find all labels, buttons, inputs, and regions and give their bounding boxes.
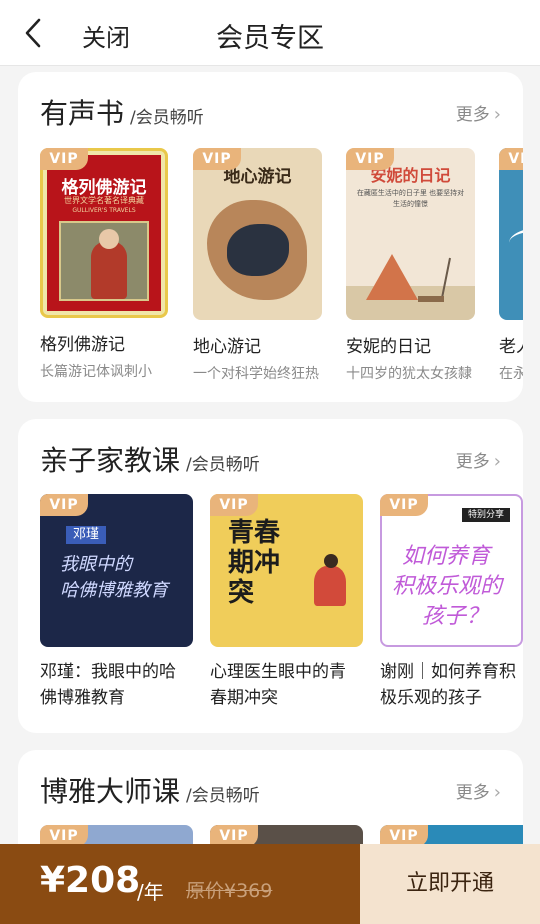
- cover-illustration: [207, 200, 307, 300]
- section-title: 有声书: [40, 97, 125, 130]
- cover-name-tag: 邓瑾: [66, 526, 106, 544]
- vip-badge: VIP: [346, 148, 394, 170]
- book-title: 老人: [499, 337, 523, 357]
- course-cover: 青春期冲突: [210, 494, 363, 647]
- cover-subcaption: GULLIVER'S TRAVELS: [72, 207, 136, 214]
- chevron-right-icon: ›: [493, 782, 501, 803]
- vip-badge: VIP: [499, 148, 523, 170]
- more-label: 更多: [455, 783, 490, 803]
- open-membership-button[interactable]: 立即开通: [360, 844, 540, 924]
- cover-line-1: 如何养育: [402, 544, 491, 569]
- book-subtitle: 长篇游记体讽刺小: [40, 364, 152, 380]
- course-cover: 特别分享 如何养育 积极乐观的 孩子？: [380, 494, 523, 647]
- cover-line-1: 我眼中的: [60, 554, 132, 575]
- original-price: 原价¥369: [186, 880, 273, 902]
- purchase-bar: ¥208 /年 原价¥369 立即开通: [0, 844, 540, 924]
- book-cover: 安妮的日记 在藏匿生活中的日子里 也要坚持对生活的憧憬: [346, 148, 475, 320]
- chevron-right-icon: ›: [493, 104, 501, 125]
- book-cover: 地心游记: [193, 148, 322, 320]
- chevron-right-icon: ›: [493, 451, 501, 472]
- section-header: 博雅大师课/会员畅听 更多 ›: [40, 770, 501, 810]
- course-title: 谢刚｜如何养育积极乐观的孩子: [380, 662, 516, 708]
- more-link[interactable]: 更多 ›: [456, 447, 501, 472]
- book-title: 地心游记: [193, 337, 261, 357]
- vip-badge: VIP: [193, 148, 241, 170]
- book-subtitle: 十四岁的犹太女孩隸: [346, 366, 472, 382]
- book-card[interactable]: 地心游记 VIP 地心游记 一个对科学始终狂热: [193, 148, 323, 383]
- price-period: /年: [137, 880, 164, 904]
- book-subtitle: 一个对科学始终狂热: [193, 366, 319, 382]
- vip-badge: VIP: [380, 494, 428, 516]
- book-card[interactable]: VIP 老人 在永: [499, 148, 523, 383]
- top-bar: 关闭 会员专区: [0, 0, 540, 66]
- book-card[interactable]: 格列佛游记 世界文学名著名译典藏 GULLIVER'S TRAVELS VIP …: [40, 148, 170, 381]
- cover-line-2: 积极乐观的: [392, 574, 503, 599]
- section-title: 亲子家教课: [40, 444, 181, 477]
- course-cover: 邓瑾 我眼中的 哈佛博雅教育: [40, 494, 193, 647]
- course-title: 邓瑾：我眼中的哈佛博雅教育: [40, 662, 176, 708]
- more-link[interactable]: 更多 ›: [456, 100, 501, 125]
- cover-illustration: [59, 221, 149, 301]
- price: ¥208: [40, 860, 141, 901]
- book-card[interactable]: 安妮的日记 在藏匿生活中的日子里 也要坚持对生活的憧憬 VIP 安妮的日记 十四…: [346, 148, 476, 383]
- cover-tag: 特别分享: [462, 508, 510, 522]
- section-subtitle: /会员畅听: [186, 455, 260, 475]
- section-header: 有声书/会员畅听 更多 ›: [40, 92, 501, 132]
- more-link[interactable]: 更多 ›: [456, 778, 501, 803]
- section-subtitle: /会员畅听: [186, 786, 260, 806]
- section-title: 博雅大师课: [40, 775, 181, 808]
- vip-badge: VIP: [210, 494, 258, 516]
- book-subtitle: 在永: [499, 366, 523, 382]
- course-card[interactable]: 青春期冲突 VIP 心理医生眼中的青春期冲突: [210, 494, 363, 711]
- price-panel: ¥208 /年 原价¥369: [0, 844, 360, 924]
- course-title: 心理医生眼中的青春期冲突: [210, 662, 346, 708]
- cover-illustration: [346, 254, 475, 320]
- cover-line-2: 哈佛博雅教育: [60, 580, 168, 601]
- course-card[interactable]: 特别分享 如何养育 积极乐观的 孩子？ VIP 谢刚｜如何养育积极乐观的孩子: [380, 494, 523, 711]
- cover-caption: 在藏匿生活中的日子里 也要坚持对生活的憧憬: [356, 189, 465, 208]
- course-card[interactable]: 邓瑾 我眼中的 哈佛博雅教育 VIP 邓瑾：我眼中的哈佛博雅教育: [40, 494, 193, 711]
- book-title: 安妮的日记: [346, 337, 431, 357]
- more-label: 更多: [455, 452, 490, 472]
- book-title: 格列佛游记: [40, 335, 125, 355]
- cover-title: 青春期冲突: [228, 518, 281, 608]
- cover-line-3: 孩子？: [422, 604, 489, 629]
- book-cover: [499, 148, 523, 320]
- section-parenting: 亲子家教课/会员畅听 更多 › 邓瑾 我眼中的 哈佛博雅教育 VIP 邓瑾：我眼中…: [18, 419, 523, 733]
- section-subtitle: /会员畅听: [130, 108, 204, 128]
- cover-caption: 世界文学名著名译典藏: [64, 196, 144, 205]
- vip-badge: VIP: [40, 148, 88, 170]
- section-header: 亲子家教课/会员畅听 更多 ›: [40, 439, 501, 479]
- section-audiobooks: 有声书/会员畅听 更多 › 格列佛游记 世界文学名著名译典藏 GULLIVER'S…: [18, 72, 523, 402]
- vip-badge: VIP: [40, 494, 88, 516]
- page-title: 会员专区: [216, 23, 324, 54]
- book-cover: 格列佛游记 世界文学名著名译典藏 GULLIVER'S TRAVELS: [40, 148, 168, 318]
- more-label: 更多: [455, 105, 490, 125]
